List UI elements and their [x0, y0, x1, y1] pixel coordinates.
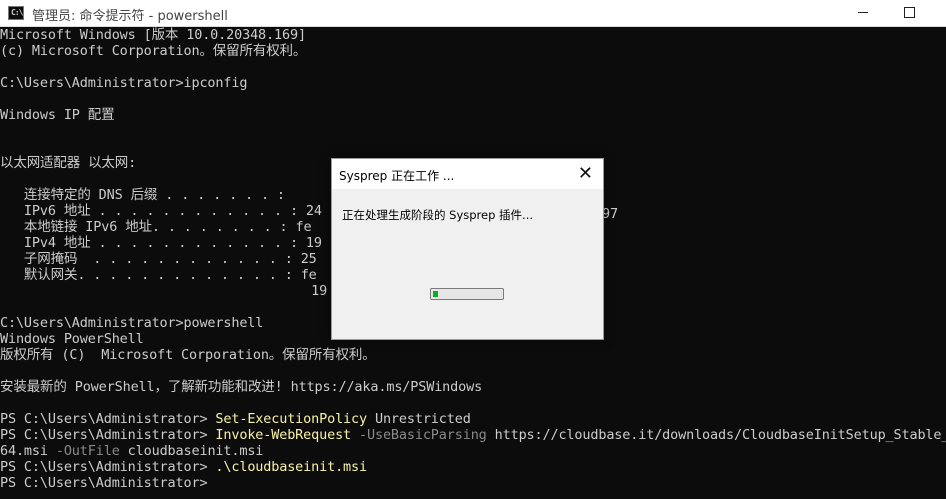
console-text-segment: 子网掩码 . . . . . . . . . . . . : 25 [0, 251, 317, 267]
console-text-segment: IPv6 地址 . . . . . . . . . . . . : 24 [0, 203, 322, 219]
sysprep-dialog: Sysprep 正在工作 ... ✕ 正在处理生成阶段的 Sysprep 插件.… [331, 158, 604, 340]
console-text-segment: 本地链接 IPv6 地址. . . . . . . . : fe [0, 219, 312, 235]
console-line: 安装最新的 PowerShell，了解新功能和改进! https://aka.m… [0, 379, 482, 395]
console-line: 64.msi -OutFile cloudbaseinit.msi [0, 443, 263, 459]
console-line: IPv4 地址 . . . . . . . . . . . . : 19 [0, 235, 322, 251]
console-text-segment: C:\Users\Administrator>ipconfig [0, 75, 248, 91]
maximize-icon [904, 7, 915, 18]
console-line: 本地链接 IPv6 地址. . . . . . . . : fe [0, 219, 312, 235]
console-text-fragment: 97 [602, 206, 618, 222]
console-line: (c) Microsoft Corporation。保留所有权利。 [0, 43, 306, 59]
console-text-segment: 以太网适配器 以太网: [0, 155, 137, 171]
window-title: 管理员: 命令提示符 - powershell [32, 9, 228, 24]
console-text-segment: https://cloudbase.it/downloads/Cloudbase… [486, 427, 946, 443]
console-text-segment: 64.msi [0, 443, 48, 459]
console-text-segment: Windows IP 配置 [0, 107, 115, 123]
console-text-segment: PS C:\Users\Administrator> [0, 459, 216, 475]
console-line: 19 [0, 283, 327, 299]
console-text-segment: 默认网关. . . . . . . . . . . . . : fe [0, 267, 317, 283]
console-text-segment: (c) Microsoft Corporation。保留所有权利。 [0, 43, 307, 59]
window-titlebar[interactable]: C:\ 管理员: 命令提示符 - powershell [0, 0, 946, 27]
console-text-segment: 连接特定的 DNS 后缀 . . . . . . . : [0, 187, 285, 203]
console-text-segment: Microsoft Windows [版本 10.0.20348.169] [0, 27, 306, 43]
console-line: IPv6 地址 . . . . . . . . . . . . : 24 [0, 203, 322, 219]
console-text-segment: Unrestricted [366, 411, 471, 427]
console-text-segment: IPv4 地址 . . . . . . . . . . . . : 19 [0, 235, 322, 251]
console-line: Microsoft Windows [版本 10.0.20348.169] [0, 27, 306, 43]
console-text-segment: 安装最新的 PowerShell，了解新功能和改进! https://aka.m… [0, 379, 483, 395]
console-line: 默认网关. . . . . . . . . . . . . : fe [0, 267, 317, 283]
cmd-app-icon: C:\ [8, 6, 24, 20]
console-line: C:\Users\Administrator>powershell [0, 315, 263, 331]
minimize-button[interactable] [840, 0, 886, 26]
minimize-icon [858, 12, 868, 13]
console-line: 连接特定的 DNS 后缀 . . . . . . . : [0, 187, 285, 203]
dialog-message: 正在处理生成阶段的 Sysprep 插件... [342, 208, 534, 222]
console-line: PS C:\Users\Administrator> Invoke-WebReq… [0, 427, 946, 443]
console-line: 以太网适配器 以太网: [0, 155, 136, 171]
console-line: Windows PowerShell [0, 331, 144, 347]
maximize-button[interactable] [886, 0, 932, 26]
console-text-segment: -OutFile [47, 443, 120, 459]
console-line: PS C:\Users\Administrator> .\cloudbasein… [0, 459, 367, 475]
progress-bar [430, 288, 504, 300]
console-line: PS C:\Users\Administrator> [0, 475, 208, 491]
console-text-segment: cloudbaseinit.msi [119, 443, 264, 459]
console-text-segment: Windows PowerShell [0, 331, 144, 347]
console-text-segment: PS C:\Users\Administrator> [0, 411, 216, 427]
dialog-titlebar: Sysprep 正在工作 ... ✕ [332, 159, 603, 189]
console-text-segment: PS C:\Users\Administrator> [0, 475, 208, 491]
console-text-segment: 版权所有 (C) Microsoft Corporation。保留所有权利。 [0, 347, 376, 363]
console-line: 版权所有 (C) Microsoft Corporation。保留所有权利。 [0, 347, 376, 363]
progress-bar-fill [433, 291, 438, 297]
console-text-segment: .\cloudbaseinit.msi [215, 459, 367, 475]
console-text-segment: PS C:\Users\Administrator> [0, 427, 216, 443]
console-line: Windows IP 配置 [0, 107, 115, 123]
console-text-segment: Set-ExecutionPolicy [215, 411, 367, 427]
dialog-title: Sysprep 正在工作 ... [339, 169, 455, 183]
console-line: C:\Users\Administrator>ipconfig [0, 75, 247, 91]
console-text-segment: -UseBasicParsing [351, 427, 487, 443]
console-text-segment: 19 [0, 283, 328, 299]
close-icon[interactable]: ✕ [578, 163, 593, 184]
console-text-segment: C:\Users\Administrator>powershell [0, 315, 264, 331]
console-text-segment: Invoke-WebRequest [215, 427, 352, 443]
console-line: PS C:\Users\Administrator> Set-Execution… [0, 411, 471, 427]
console-line: 子网掩码 . . . . . . . . . . . . : 25 [0, 251, 317, 267]
